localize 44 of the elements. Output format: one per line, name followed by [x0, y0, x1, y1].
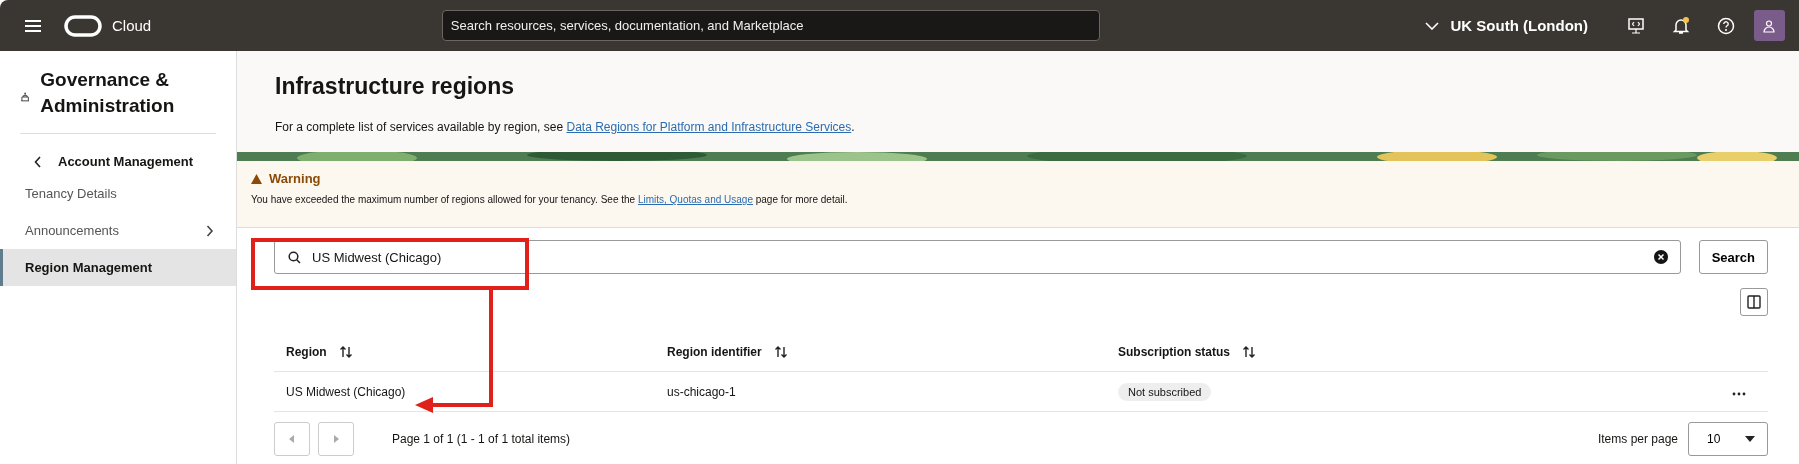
items-per-page-select[interactable]: 10 [1688, 422, 1768, 456]
search-field[interactable]: US Midwest (Chicago) [274, 240, 1681, 274]
sort-icon[interactable] [338, 344, 353, 359]
sidebar-item[interactable]: Announcements [0, 212, 236, 249]
clear-icon[interactable] [1653, 250, 1668, 264]
triangle-left-icon [289, 435, 295, 443]
column-header[interactable]: Region [286, 344, 327, 359]
limits-link[interactable]: Limits, Quotas and Usage [637, 194, 753, 205]
column-header[interactable]: Region identifier [667, 344, 762, 359]
sort-icon[interactable] [773, 344, 788, 359]
help-icon[interactable] [1717, 16, 1735, 35]
chevron-left-icon [34, 155, 42, 168]
search-icon [288, 251, 301, 264]
page-description: For a complete list of services available by region, see Data Regions for Platform and Infrastructure Services. [275, 120, 856, 134]
more-icon[interactable] [1732, 391, 1746, 396]
items-per-page-label: Items per page [1597, 432, 1678, 446]
table-cell: US Midwest (Chicago) [286, 384, 406, 399]
column-header[interactable]: Subscription status [1118, 344, 1230, 359]
code-monitor-icon[interactable] [1627, 16, 1645, 35]
search-field[interactable]: Search resources, services, documentation, and Marketplace [441, 10, 1100, 41]
search-button[interactable]: Search [1698, 240, 1768, 274]
brand-name: Cloud [112, 17, 152, 34]
caret-down-icon [1745, 436, 1755, 442]
columns-button[interactable] [1740, 288, 1768, 316]
sort-icon[interactable] [1242, 344, 1256, 359]
warning-message: You have exceeded the maximum number of regions allowed for your tenancy. See the Limits, Quotas and Usage page for more detail. [251, 194, 849, 205]
warning-icon [251, 173, 262, 184]
avatar[interactable] [1754, 10, 1785, 41]
chevron-down-icon [1424, 21, 1439, 30]
sidebar-item[interactable]: Region Management [0, 249, 236, 286]
page-title: Infrastructure regions [275, 73, 515, 100]
back-link[interactable]: Account Management [0, 148, 194, 175]
sidebar-title: Governance & Administration [40, 68, 176, 118]
region-selector[interactable]: UK South (London) [1418, 16, 1594, 35]
logo-icon[interactable] [64, 13, 102, 38]
page-summary: Page 1 of 1 (1 - 1 of 1 total items) [392, 432, 571, 446]
sidebar-item[interactable]: Tenancy Details [0, 175, 236, 212]
bell-icon[interactable] [1671, 15, 1691, 36]
triangle-right-icon [333, 435, 339, 443]
columns-icon [1747, 295, 1761, 309]
status-badge: Not subscribed [1118, 382, 1212, 401]
warning-title: Warning [269, 171, 321, 186]
table-cell: us-chicago-1 [667, 384, 736, 399]
menu-icon[interactable] [24, 18, 42, 33]
